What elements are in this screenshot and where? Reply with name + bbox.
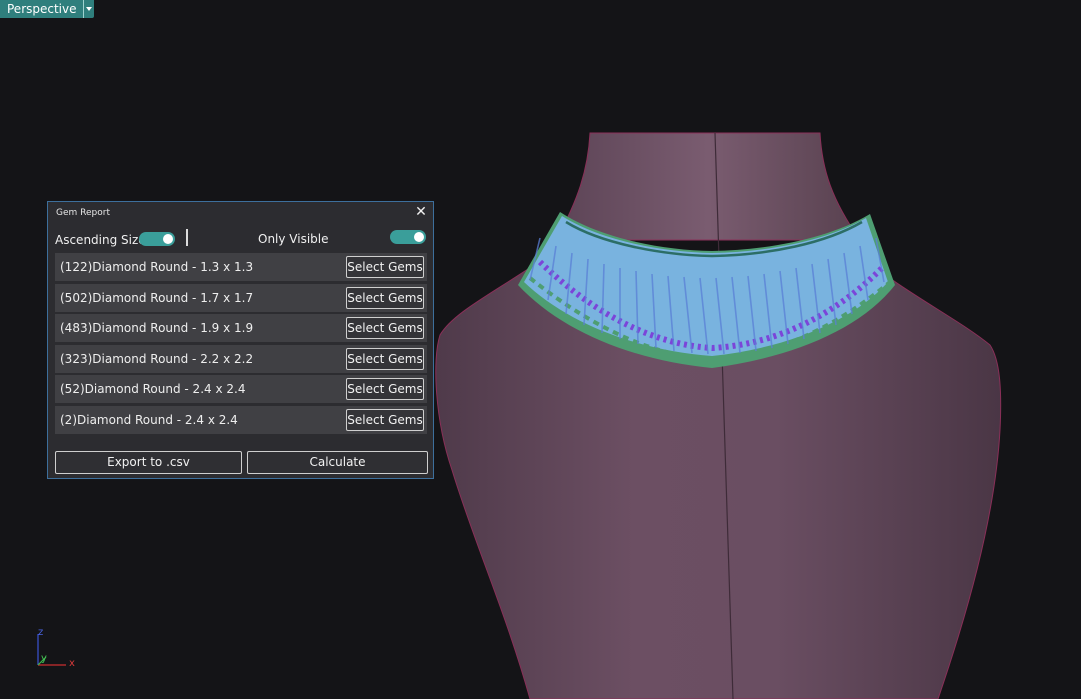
gem-row-label: (502)Diamond Round - 1.7 x 1.7 [60,290,254,305]
gem-row-label: (323)Diamond Round - 2.2 x 2.2 [60,351,254,366]
only-visible-label: Only Visible [258,232,329,246]
calculate-button[interactable]: Calculate [247,451,428,474]
close-icon[interactable]: ✕ [414,204,428,220]
select-gems-button[interactable]: Select Gems [346,408,424,431]
axis-x-label: x [69,658,75,669]
gem-row: (2)Diamond Round - 2.4 x 2.4 Select Gems [55,405,427,434]
axis-y-label: y [41,653,47,664]
gem-row-label: (2)Diamond Round - 2.4 x 2.4 [60,412,238,427]
gem-list: (122)Diamond Round - 1.3 x 1.3 Select Ge… [55,253,427,437]
viewport-name[interactable]: Perspective [0,0,83,18]
gem-report-panel: Gem Report ✕ Ascending Size Only Visible… [47,201,434,479]
select-gems-button[interactable]: Select Gems [346,286,424,309]
select-gems-button[interactable]: Select Gems [346,347,424,370]
ascending-size-toggle[interactable] [139,232,175,246]
panel-header[interactable]: Gem Report ✕ [48,202,433,224]
perspective-viewport[interactable]: Perspective z y x Gem Report ✕ Ascending… [0,0,1081,699]
select-gems-button[interactable]: Select Gems [346,317,424,340]
viewport-tab[interactable]: Perspective [0,0,94,18]
axis-z-label: z [38,627,44,638]
gem-row: (502)Diamond Round - 1.7 x 1.7 Select Ge… [55,283,427,312]
only-visible-toggle[interactable] [390,230,426,244]
select-gems-button[interactable]: Select Gems [346,378,424,401]
axis-gizmo: z y x [30,628,80,673]
gem-row: (483)Diamond Round - 1.9 x 1.9 Select Ge… [55,314,427,343]
bust-neck [555,132,861,241]
gem-row: (323)Diamond Round - 2.2 x 2.2 Select Ge… [55,344,427,373]
gem-row: (52)Diamond Round - 2.4 x 2.4 Select Gem… [55,375,427,404]
toggle-knob [163,234,173,244]
panel-title: Gem Report [56,208,110,218]
gem-row-label: (52)Diamond Round - 2.4 x 2.4 [60,382,246,397]
select-gems-button[interactable]: Select Gems [346,256,424,278]
toggle-knob [414,232,424,242]
text-cursor [186,229,188,246]
export-csv-button[interactable]: Export to .csv [55,451,242,474]
ascending-size-label: Ascending Size [55,233,146,247]
gem-row: (122)Diamond Round - 1.3 x 1.3 Select Ge… [55,253,427,281]
viewport-menu-dropdown[interactable] [82,0,94,18]
gem-row-label: (483)Diamond Round - 1.9 x 1.9 [60,321,254,336]
gem-row-label: (122)Diamond Round - 1.3 x 1.3 [60,260,254,274]
chevron-down-icon [85,7,92,11]
